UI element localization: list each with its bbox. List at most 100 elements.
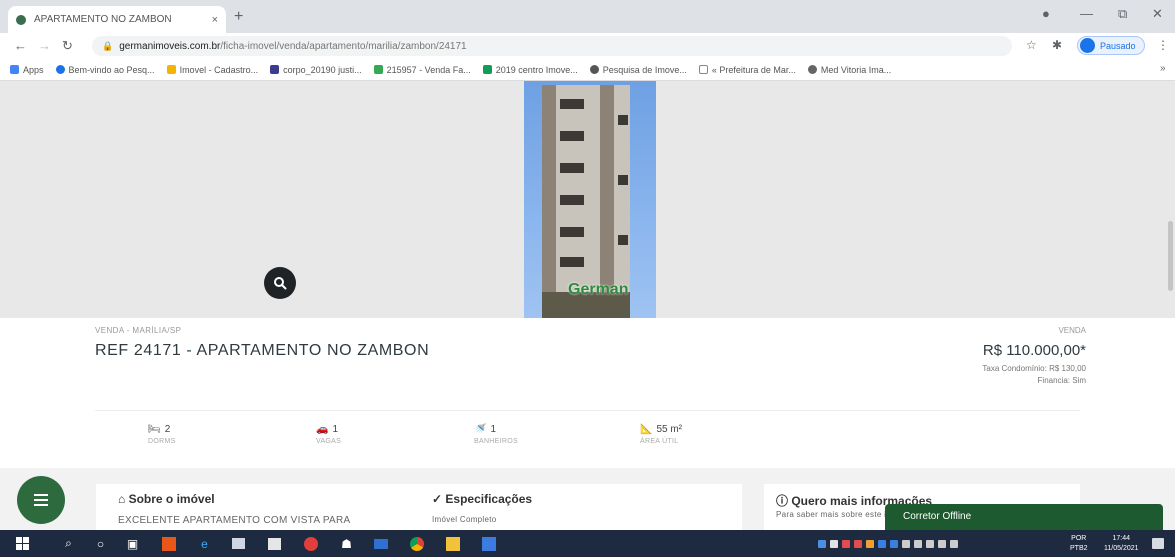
taskbar-clock[interactable]: 17:44 11/05/2021 bbox=[1104, 534, 1139, 554]
info-icon: ⓘ bbox=[776, 494, 792, 508]
file-explorer-icon[interactable] bbox=[230, 535, 247, 552]
office-app-icon[interactable] bbox=[160, 535, 177, 552]
property-photo[interactable]: German bbox=[524, 81, 656, 318]
tab-close-icon[interactable]: × bbox=[212, 14, 218, 26]
restore-icon[interactable]: ⧉ bbox=[1118, 6, 1127, 22]
tray-icon[interactable] bbox=[926, 539, 934, 548]
lock-icon: 🔒 bbox=[102, 40, 114, 51]
bookmark-item[interactable]: « Prefeitura de Mar... bbox=[698, 65, 796, 75]
tray-icon[interactable] bbox=[866, 539, 874, 548]
bookmark-favicon-icon bbox=[482, 65, 492, 74]
url-path: /ficha-imovel/venda/apartamento/marilia/… bbox=[220, 40, 467, 52]
specs-text: Imóvel Completo bbox=[432, 515, 497, 524]
app-yellow-icon[interactable] bbox=[444, 535, 461, 552]
profile-label: Pausado bbox=[1100, 40, 1136, 51]
about-title: ⌂ Sobre o imóvel bbox=[118, 492, 215, 506]
bookmark-item[interactable]: 2019 centro Imove... bbox=[482, 65, 578, 75]
home-icon: ⌂ bbox=[118, 492, 129, 506]
language-indicator[interactable]: POR PTB2 bbox=[1070, 534, 1088, 554]
bookmark-favicon-icon bbox=[166, 65, 176, 74]
bookmark-favicon-icon bbox=[270, 65, 280, 74]
browser-tab[interactable]: APARTAMENTO NO ZAMBON × bbox=[8, 6, 226, 33]
mail-icon[interactable] bbox=[372, 535, 389, 552]
bookmark-favicon-icon bbox=[698, 65, 708, 74]
bookmark-item[interactable]: corpo_20190 justi... bbox=[270, 65, 362, 75]
car-icon: 🚗 bbox=[316, 424, 329, 435]
condo-fee: Taxa Condomínio: R$ 130,00 bbox=[982, 364, 1086, 373]
chat-status-label: Corretor Offline bbox=[903, 511, 972, 522]
bookmark-favicon-icon bbox=[55, 65, 65, 74]
bookmark-item[interactable]: Apps bbox=[10, 65, 44, 75]
feature-bathrooms: 🚿 1 BANHEIROS bbox=[474, 424, 518, 445]
chat-widget[interactable]: Corretor Offline bbox=[885, 504, 1163, 530]
avatar bbox=[1080, 38, 1095, 53]
close-window-icon[interactable]: ✕ bbox=[1152, 6, 1163, 22]
system-tray bbox=[818, 530, 962, 557]
profile-dot-icon[interactable]: ● bbox=[1042, 6, 1050, 21]
bookmarks-bar: Apps Bem-vindo ao Pesq... Imovel - Cadas… bbox=[0, 59, 1175, 81]
app-blue-icon[interactable] bbox=[480, 535, 497, 552]
tray-icon[interactable] bbox=[902, 539, 910, 548]
windows-taskbar: ⌕ ○ ▣ e ☗ POR PTB2 17:44 11/05/2021 bbox=[0, 530, 1175, 557]
ruler-icon: 📐 bbox=[640, 424, 653, 435]
bookmark-favicon-icon bbox=[807, 65, 817, 74]
url-domain: germanimoveis.com.br bbox=[119, 40, 221, 52]
financing-info: Financia: Sim bbox=[1037, 376, 1086, 385]
bookmark-item[interactable]: Med Vitoria Ima... bbox=[807, 65, 891, 75]
tab-title: APARTAMENTO NO ZAMBON bbox=[34, 14, 172, 25]
wifi-icon[interactable] bbox=[938, 539, 946, 548]
check-icon: ✓ bbox=[432, 492, 446, 506]
reload-icon[interactable]: ↻ bbox=[62, 38, 73, 54]
feature-bedrooms: 🛏 2 DORMS bbox=[148, 424, 176, 445]
address-toolbar: ← → ↻ 🔒 germanimoveis.com.br /ficha-imov… bbox=[0, 33, 1175, 59]
url-bar[interactable]: 🔒 germanimoveis.com.br /ficha-imovel/ven… bbox=[92, 36, 1012, 56]
more-bookmarks-icon[interactable]: » bbox=[1160, 63, 1166, 74]
volume-icon[interactable] bbox=[950, 539, 958, 548]
app-people-icon[interactable]: ☗ bbox=[338, 535, 355, 552]
apps-grid-icon bbox=[10, 65, 19, 74]
tray-icon[interactable] bbox=[818, 539, 826, 548]
app-red-icon[interactable] bbox=[302, 535, 319, 552]
task-view-icon[interactable]: ▣ bbox=[124, 535, 141, 552]
bookmark-item[interactable]: Pesquisa de Imove... bbox=[589, 65, 687, 75]
bookmark-favicon-icon bbox=[589, 65, 599, 74]
extensions-icon[interactable]: ✱ bbox=[1052, 38, 1062, 52]
forward-arrow-icon[interactable]: → bbox=[38, 38, 51, 53]
bed-icon: 🛏 bbox=[148, 424, 161, 435]
edge-browser-icon[interactable]: e bbox=[196, 535, 213, 552]
back-arrow-icon[interactable]: ← bbox=[14, 38, 27, 53]
bookmark-item[interactable]: Bem-vindo ao Pesq... bbox=[55, 65, 155, 75]
photo-gallery: German bbox=[0, 81, 1175, 318]
tray-icon[interactable] bbox=[830, 539, 838, 548]
site-favicon-icon bbox=[16, 14, 26, 25]
tray-icon[interactable] bbox=[842, 539, 850, 548]
notification-icon[interactable] bbox=[1152, 538, 1164, 549]
tray-icon[interactable] bbox=[914, 539, 922, 548]
bookmark-item[interactable]: Imovel - Cadastro... bbox=[166, 65, 258, 75]
store-icon[interactable] bbox=[266, 535, 283, 552]
specs-title: ✓ Especificações bbox=[432, 492, 533, 506]
search-icon bbox=[274, 277, 287, 290]
price-value: R$ 110.000,00* bbox=[982, 342, 1086, 359]
page-scrollbar[interactable] bbox=[1168, 221, 1173, 291]
shower-icon: 🚿 bbox=[474, 424, 487, 435]
tray-icon[interactable] bbox=[878, 539, 886, 548]
chrome-icon[interactable] bbox=[408, 535, 425, 552]
feature-parking: 🚗 1 VAGAS bbox=[316, 424, 342, 445]
cortana-icon[interactable]: ○ bbox=[92, 535, 109, 552]
price-label: VENDA bbox=[1058, 326, 1086, 335]
new-tab-button[interactable]: + bbox=[234, 8, 243, 26]
menu-kebab-icon[interactable]: ⋮ bbox=[1157, 38, 1169, 52]
search-icon[interactable]: ⌕ bbox=[60, 535, 77, 552]
info-card: ⌂ Sobre o imóvel EXCELENTE APARTAMENTO C… bbox=[96, 484, 742, 530]
minimize-icon[interactable]: — bbox=[1080, 6, 1093, 21]
bookmark-item[interactable]: 215957 - Venda Fa... bbox=[373, 65, 471, 75]
tray-icon[interactable] bbox=[890, 539, 898, 548]
tray-icon[interactable] bbox=[854, 539, 862, 548]
menu-fab-button[interactable] bbox=[17, 476, 65, 524]
profile-button[interactable]: Pausado bbox=[1077, 36, 1145, 55]
windows-start-icon[interactable] bbox=[14, 535, 31, 552]
zoom-search-button[interactable] bbox=[264, 267, 296, 299]
bookmark-star-icon[interactable]: ☆ bbox=[1026, 38, 1037, 52]
photo-watermark-logo: German bbox=[568, 281, 629, 298]
